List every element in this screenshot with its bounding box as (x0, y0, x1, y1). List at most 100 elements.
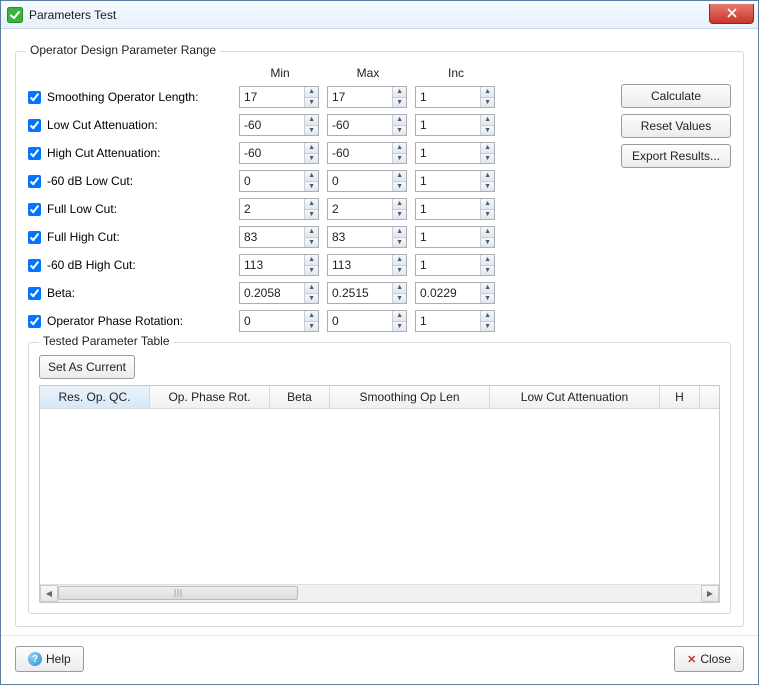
param-2-max-input[interactable] (328, 143, 392, 163)
param-3-min-down[interactable]: ▼ (305, 182, 318, 192)
param-checkbox-4[interactable] (28, 203, 41, 216)
param-4-inc[interactable]: ▲▼ (415, 198, 495, 220)
param-0-min-input[interactable] (240, 87, 304, 107)
param-6-max-up[interactable]: ▲ (393, 255, 406, 266)
param-6-inc-input[interactable] (416, 255, 480, 275)
param-2-inc-up[interactable]: ▲ (481, 143, 494, 154)
param-1-max-down[interactable]: ▼ (393, 126, 406, 136)
param-checkbox-1[interactable] (28, 119, 41, 132)
param-7-max-up[interactable]: ▲ (393, 283, 406, 294)
param-1-inc-down[interactable]: ▼ (481, 126, 494, 136)
param-0-max-input[interactable] (328, 87, 392, 107)
param-2-max[interactable]: ▲▼ (327, 142, 407, 164)
param-1-max-up[interactable]: ▲ (393, 115, 406, 126)
param-6-inc-down[interactable]: ▼ (481, 266, 494, 276)
param-7-min-down[interactable]: ▼ (305, 294, 318, 304)
param-1-min[interactable]: ▲▼ (239, 114, 319, 136)
param-checkbox-8[interactable] (28, 315, 41, 328)
param-8-max-up[interactable]: ▲ (393, 311, 406, 322)
param-0-inc-input[interactable] (416, 87, 480, 107)
param-8-min-input[interactable] (240, 311, 304, 331)
param-2-min[interactable]: ▲▼ (239, 142, 319, 164)
param-8-inc[interactable]: ▲▼ (415, 310, 495, 332)
param-checkbox-5[interactable] (28, 231, 41, 244)
table-column-header[interactable]: H (660, 386, 700, 408)
param-4-max-down[interactable]: ▼ (393, 210, 406, 220)
table-column-header[interactable]: Op. Phase Rot. (150, 386, 270, 408)
param-5-max[interactable]: ▲▼ (327, 226, 407, 248)
param-checkbox-3[interactable] (28, 175, 41, 188)
param-1-max[interactable]: ▲▼ (327, 114, 407, 136)
param-2-min-input[interactable] (240, 143, 304, 163)
param-0-max[interactable]: ▲▼ (327, 86, 407, 108)
param-1-inc-up[interactable]: ▲ (481, 115, 494, 126)
param-6-inc-up[interactable]: ▲ (481, 255, 494, 266)
scroll-left-arrow[interactable]: ◀ (40, 585, 58, 602)
param-7-inc[interactable]: ▲▼ (415, 282, 495, 304)
param-2-inc-down[interactable]: ▼ (481, 154, 494, 164)
param-3-min-up[interactable]: ▲ (305, 171, 318, 182)
param-4-inc-input[interactable] (416, 199, 480, 219)
param-4-min-down[interactable]: ▼ (305, 210, 318, 220)
param-6-min[interactable]: ▲▼ (239, 254, 319, 276)
param-3-max-down[interactable]: ▼ (393, 182, 406, 192)
param-8-max[interactable]: ▲▼ (327, 310, 407, 332)
param-1-min-up[interactable]: ▲ (305, 115, 318, 126)
param-5-max-up[interactable]: ▲ (393, 227, 406, 238)
param-7-max-down[interactable]: ▼ (393, 294, 406, 304)
param-3-inc[interactable]: ▲▼ (415, 170, 495, 192)
param-0-min[interactable]: ▲▼ (239, 86, 319, 108)
param-1-max-input[interactable] (328, 115, 392, 135)
table-column-header[interactable]: Low Cut Attenuation (490, 386, 660, 408)
param-3-inc-down[interactable]: ▼ (481, 182, 494, 192)
scroll-thumb[interactable] (58, 586, 298, 600)
param-4-min-up[interactable]: ▲ (305, 199, 318, 210)
param-8-inc-input[interactable] (416, 311, 480, 331)
param-2-max-down[interactable]: ▼ (393, 154, 406, 164)
param-4-max-input[interactable] (328, 199, 392, 219)
param-8-min-up[interactable]: ▲ (305, 311, 318, 322)
param-4-inc-down[interactable]: ▼ (481, 210, 494, 220)
param-5-max-down[interactable]: ▼ (393, 238, 406, 248)
param-5-min-input[interactable] (240, 227, 304, 247)
param-4-min-input[interactable] (240, 199, 304, 219)
param-checkbox-6[interactable] (28, 259, 41, 272)
param-checkbox-7[interactable] (28, 287, 41, 300)
table-column-header[interactable]: Res. Op. QC. (40, 386, 150, 408)
param-8-inc-up[interactable]: ▲ (481, 311, 494, 322)
param-0-inc-up[interactable]: ▲ (481, 87, 494, 98)
param-7-max[interactable]: ▲▼ (327, 282, 407, 304)
param-3-max[interactable]: ▲▼ (327, 170, 407, 192)
param-6-max-input[interactable] (328, 255, 392, 275)
param-7-min-input[interactable] (240, 283, 304, 303)
param-2-max-up[interactable]: ▲ (393, 143, 406, 154)
calculate-button[interactable]: Calculate (621, 84, 731, 108)
param-7-max-input[interactable] (328, 283, 392, 303)
param-3-max-input[interactable] (328, 171, 392, 191)
table-column-header[interactable]: Beta (270, 386, 330, 408)
param-0-min-down[interactable]: ▼ (305, 98, 318, 108)
param-5-inc-up[interactable]: ▲ (481, 227, 494, 238)
param-6-min-up[interactable]: ▲ (305, 255, 318, 266)
param-7-min-up[interactable]: ▲ (305, 283, 318, 294)
param-6-max[interactable]: ▲▼ (327, 254, 407, 276)
window-close-button[interactable] (709, 4, 754, 24)
param-8-inc-down[interactable]: ▼ (481, 322, 494, 332)
param-6-min-input[interactable] (240, 255, 304, 275)
param-5-inc[interactable]: ▲▼ (415, 226, 495, 248)
param-5-min-down[interactable]: ▼ (305, 238, 318, 248)
param-checkbox-2[interactable] (28, 147, 41, 160)
param-7-min[interactable]: ▲▼ (239, 282, 319, 304)
param-7-inc-up[interactable]: ▲ (481, 283, 494, 294)
param-4-inc-up[interactable]: ▲ (481, 199, 494, 210)
param-1-inc-input[interactable] (416, 115, 480, 135)
param-5-max-input[interactable] (328, 227, 392, 247)
param-6-inc[interactable]: ▲▼ (415, 254, 495, 276)
param-checkbox-0[interactable] (28, 91, 41, 104)
set-as-current-button[interactable]: Set As Current (39, 355, 135, 379)
export-results-button[interactable]: Export Results... (621, 144, 731, 168)
param-0-max-down[interactable]: ▼ (393, 98, 406, 108)
horizontal-scrollbar[interactable]: ◀ ▶ (40, 584, 719, 602)
table-column-header[interactable]: Smoothing Op Len (330, 386, 490, 408)
scroll-right-arrow[interactable]: ▶ (701, 585, 719, 602)
